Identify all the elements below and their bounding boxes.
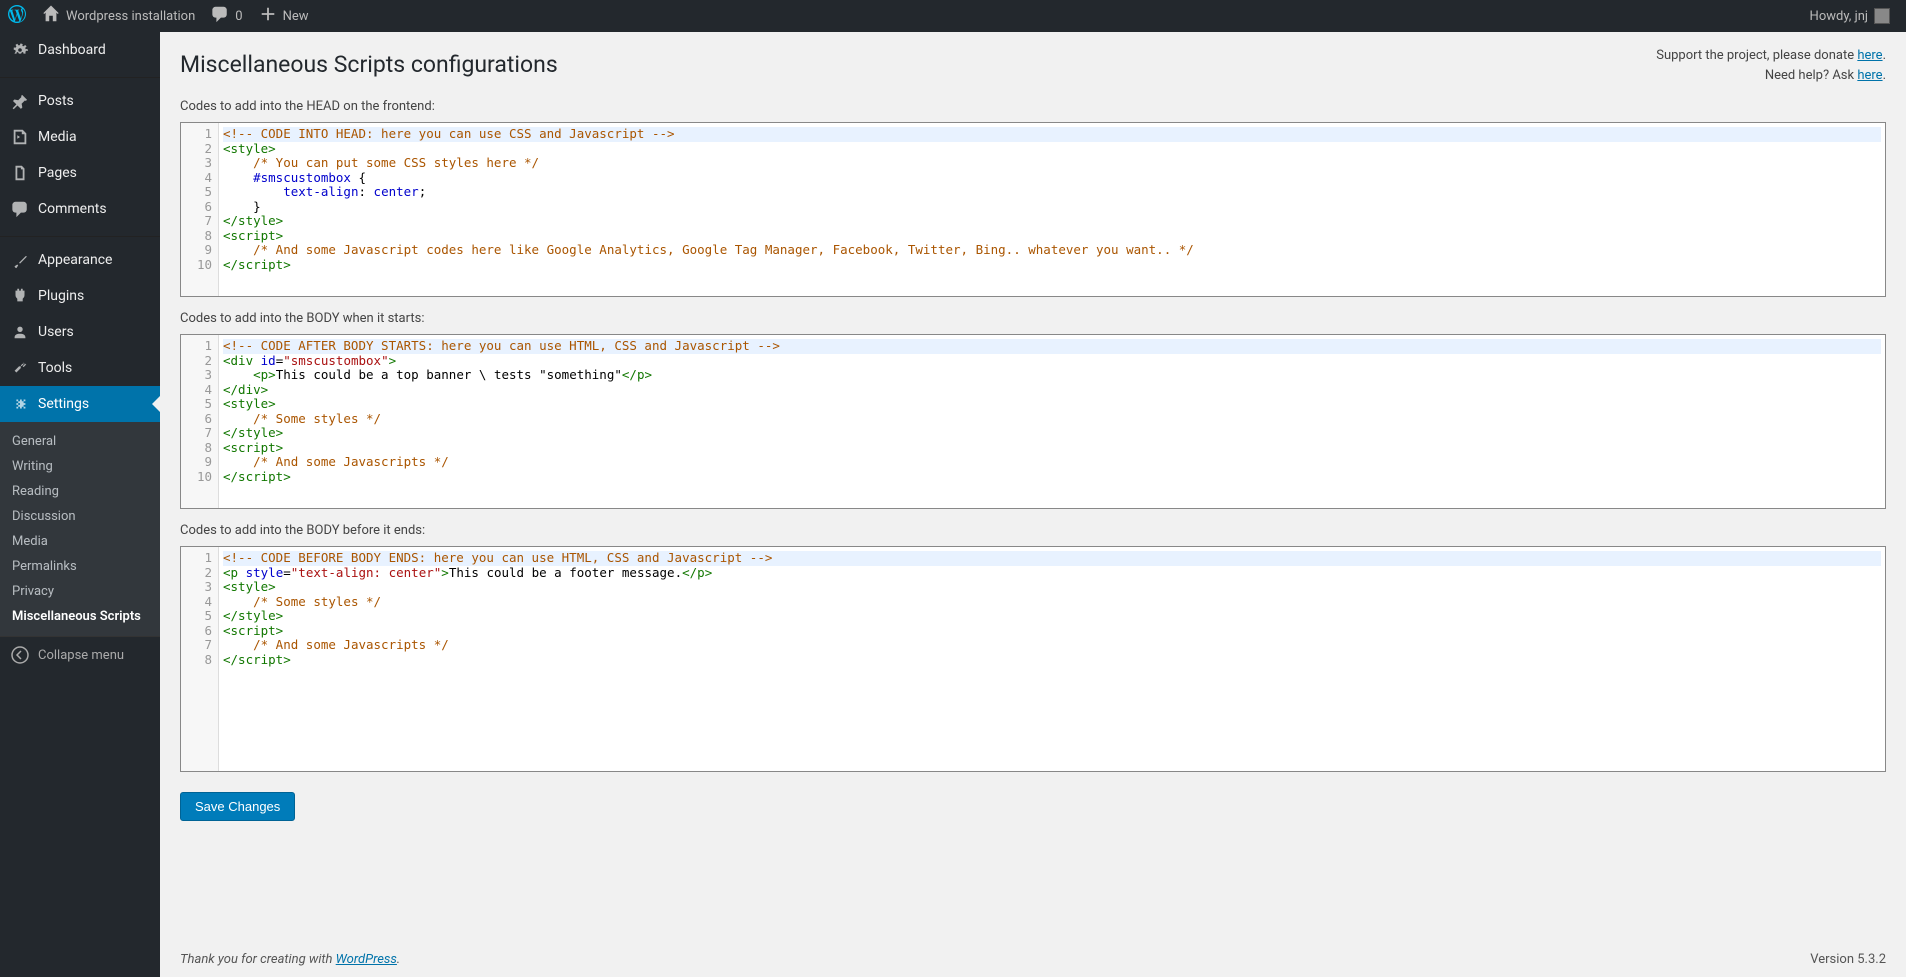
submenu-general[interactable]: General bbox=[0, 429, 160, 454]
menu-pages[interactable]: Pages bbox=[0, 155, 160, 191]
menu-appearance[interactable]: Appearance bbox=[0, 242, 160, 278]
comment-icon bbox=[211, 5, 229, 27]
code-lines[interactable]: <!-- CODE INTO HEAD: here you can use CS… bbox=[219, 123, 1885, 296]
site-name: Wordpress installation bbox=[66, 9, 195, 24]
menu-label: Plugins bbox=[38, 288, 84, 304]
submenu-reading[interactable]: Reading bbox=[0, 479, 160, 504]
howdy-text: Howdy, jnj bbox=[1810, 9, 1868, 24]
footer: Thank you for creating with WordPress. V… bbox=[180, 952, 1886, 967]
code-lines[interactable]: <!-- CODE BEFORE BODY ENDS: here you can… bbox=[219, 547, 1885, 771]
submenu-misc-scripts[interactable]: Miscellaneous Scripts bbox=[0, 604, 160, 629]
collapse-icon bbox=[10, 645, 30, 665]
menu-posts[interactable]: Posts bbox=[0, 83, 160, 119]
new-label: New bbox=[283, 9, 309, 24]
menu-label: Settings bbox=[38, 396, 89, 412]
gutter: 12345678 bbox=[181, 547, 219, 771]
menu-label: Dashboard bbox=[38, 42, 106, 58]
pin-icon bbox=[10, 91, 30, 111]
admin-sidebar: Dashboard Posts Media Pages Comments App… bbox=[0, 32, 160, 977]
body-start-section-label: Codes to add into the BODY when it start… bbox=[180, 311, 1886, 326]
settings-icon bbox=[10, 394, 30, 414]
menu-label: Media bbox=[38, 129, 77, 145]
comments-icon bbox=[10, 199, 30, 219]
menu-label: Tools bbox=[38, 360, 72, 376]
code-lines[interactable]: <!-- CODE AFTER BODY STARTS: here you ca… bbox=[219, 335, 1885, 508]
users-icon bbox=[10, 322, 30, 342]
user-menu[interactable]: Howdy, jnj bbox=[1802, 0, 1898, 32]
donate-link[interactable]: here bbox=[1857, 48, 1882, 63]
settings-submenu: General Writing Reading Discussion Media… bbox=[0, 422, 160, 636]
plugin-icon bbox=[10, 286, 30, 306]
comments-count: 0 bbox=[235, 9, 242, 24]
menu-label: Posts bbox=[38, 93, 74, 109]
collapse-label: Collapse menu bbox=[38, 648, 124, 663]
wordpress-link[interactable]: WordPress bbox=[336, 952, 397, 967]
gutter: 12345678910 bbox=[181, 123, 219, 296]
home-icon bbox=[42, 5, 60, 27]
gutter: 12345678910 bbox=[181, 335, 219, 508]
body-start-code-editor[interactable]: 12345678910 <!-- CODE AFTER BODY STARTS:… bbox=[180, 334, 1886, 509]
brush-icon bbox=[10, 250, 30, 270]
head-section-label: Codes to add into the HEAD on the fronte… bbox=[180, 99, 1886, 114]
comments-link[interactable]: 0 bbox=[203, 0, 250, 32]
submenu-media[interactable]: Media bbox=[0, 529, 160, 554]
body-end-code-editor[interactable]: 12345678 <!-- CODE BEFORE BODY ENDS: her… bbox=[180, 546, 1886, 772]
main-content: Miscellaneous Scripts configurations Sup… bbox=[160, 32, 1906, 977]
menu-settings[interactable]: Settings bbox=[0, 386, 160, 422]
media-icon bbox=[10, 127, 30, 147]
submenu-privacy[interactable]: Privacy bbox=[0, 579, 160, 604]
head-code-editor[interactable]: 12345678910 <!-- CODE INTO HEAD: here yo… bbox=[180, 122, 1886, 297]
menu-label: Comments bbox=[38, 201, 107, 217]
site-name-link[interactable]: Wordpress installation bbox=[34, 0, 203, 32]
version-text: Version 5.3.2 bbox=[1810, 952, 1886, 967]
menu-label: Appearance bbox=[38, 252, 112, 268]
menu-media[interactable]: Media bbox=[0, 119, 160, 155]
tools-icon bbox=[10, 358, 30, 378]
new-content-link[interactable]: New bbox=[251, 0, 317, 32]
body-end-section-label: Codes to add into the BODY before it end… bbox=[180, 523, 1886, 538]
plus-icon bbox=[259, 5, 277, 27]
submenu-writing[interactable]: Writing bbox=[0, 454, 160, 479]
pages-icon bbox=[10, 163, 30, 183]
save-button[interactable]: Save Changes bbox=[180, 792, 295, 821]
collapse-menu[interactable]: Collapse menu bbox=[0, 636, 160, 673]
menu-comments[interactable]: Comments bbox=[0, 191, 160, 227]
menu-plugins[interactable]: Plugins bbox=[0, 278, 160, 314]
submenu-permalinks[interactable]: Permalinks bbox=[0, 554, 160, 579]
menu-dashboard[interactable]: Dashboard bbox=[0, 32, 160, 68]
menu-label: Pages bbox=[38, 165, 77, 181]
page-title: Miscellaneous Scripts configurations bbox=[180, 42, 558, 82]
menu-users[interactable]: Users bbox=[0, 314, 160, 350]
submenu-discussion[interactable]: Discussion bbox=[0, 504, 160, 529]
wordpress-icon bbox=[8, 5, 26, 27]
admin-bar: Wordpress installation 0 New Howdy, jnj bbox=[0, 0, 1906, 32]
menu-label: Users bbox=[38, 324, 74, 340]
menu-tools[interactable]: Tools bbox=[0, 350, 160, 386]
support-box: Support the project, please donate here.… bbox=[1656, 42, 1886, 85]
avatar bbox=[1874, 8, 1890, 24]
dashboard-icon bbox=[10, 40, 30, 60]
menu-separator bbox=[0, 232, 160, 237]
wp-logo[interactable] bbox=[0, 0, 34, 32]
help-link[interactable]: here bbox=[1857, 68, 1882, 83]
menu-separator bbox=[0, 73, 160, 78]
